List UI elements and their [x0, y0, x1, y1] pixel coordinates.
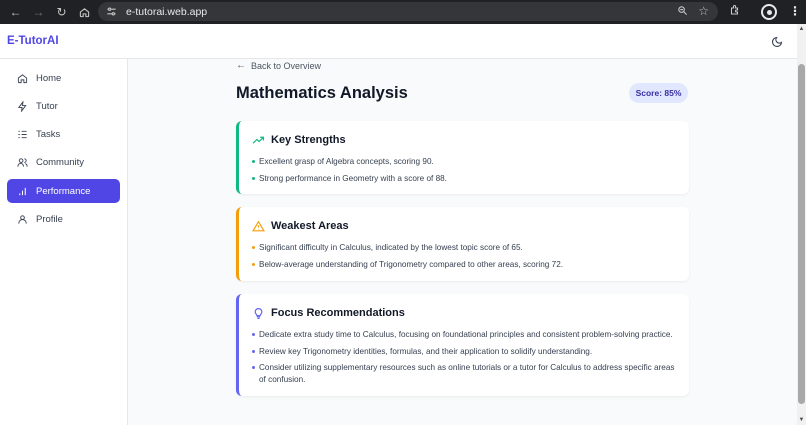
sidebar-item-tutor[interactable]: Tutor	[7, 94, 120, 118]
list-item: Consider utilizing supplementary resourc…	[251, 362, 683, 386]
key-strengths-card: Key Strengths Excellent grasp of Algebra…	[236, 121, 689, 194]
sidebar-item-community[interactable]: Community	[7, 150, 120, 174]
back-arrow-icon[interactable]: ←	[4, 2, 27, 22]
sidebar-item-tasks[interactable]: Tasks	[7, 122, 120, 146]
trending-up-icon	[251, 133, 265, 147]
extensions-icon[interactable]	[729, 4, 741, 19]
back-link-label: Back to Overview	[251, 60, 322, 71]
list-item: Strong performance in Geometry with a sc…	[251, 173, 683, 185]
sidebar-item-label: Tasks	[36, 128, 61, 140]
score-badge: Score: 85%	[629, 83, 688, 103]
page-title: Mathematics Analysis	[236, 84, 408, 102]
forward-arrow-icon[interactable]: →	[27, 2, 50, 22]
list-item: Dedicate extra study time to Calculus, f…	[251, 329, 683, 341]
sidebar-item-performance[interactable]: Performance	[7, 179, 120, 203]
app-header: E-TutorAI	[0, 24, 797, 59]
reload-icon[interactable]: ↻	[50, 2, 73, 22]
focus-recommendations-card: Focus Recommendations Dedicate extra stu…	[236, 294, 689, 396]
card-title: Key Strengths	[271, 134, 346, 146]
bookmark-star-icon[interactable]: ☆	[698, 4, 709, 18]
card-list: Dedicate extra study time to Calculus, f…	[251, 329, 683, 391]
home-browser-icon[interactable]	[73, 2, 96, 22]
browser-toolbar: ← → ↻ e-tutorai.web.app ☆ ⋮	[0, 0, 806, 24]
card-list: Significant difficulty in Calculus, indi…	[251, 242, 683, 275]
page-scrollbar[interactable]: ▲ ▼	[797, 24, 806, 425]
browser-menu-icon[interactable]: ⋮	[789, 4, 801, 18]
sidebar-item-label: Community	[36, 156, 85, 168]
zoom-icon[interactable]	[677, 5, 688, 19]
list-item: Review key Trigonometry identities, form…	[251, 346, 683, 358]
sidebar-item-profile[interactable]: Profile	[7, 207, 120, 231]
main-content: ← Back to Overview Mathematics Analysis …	[128, 59, 797, 425]
app-logo[interactable]: E-TutorAI	[7, 35, 59, 47]
site-settings-icon[interactable]	[105, 6, 117, 18]
sidebar-item-label: Tutor	[36, 100, 58, 112]
card-header: Key Strengths	[251, 133, 346, 147]
back-to-overview-link[interactable]: ← Back to Overview	[236, 60, 321, 71]
url-text: e-tutorai.web.app	[126, 5, 208, 18]
browser-nav: ← → ↻	[0, 2, 96, 22]
scroll-down-arrow-icon[interactable]: ▼	[797, 416, 806, 424]
list-item: Excellent grasp of Algebra concepts, sco…	[251, 156, 683, 168]
address-bar[interactable]: e-tutorai.web.app ☆	[98, 2, 718, 21]
theme-toggle-moon-icon[interactable]	[770, 35, 784, 49]
sidebar: Home Tutor Tasks Community Performance P…	[0, 59, 128, 425]
bar-chart-icon	[15, 184, 29, 198]
users-icon	[15, 155, 29, 169]
sidebar-item-home[interactable]: Home	[7, 66, 120, 90]
profile-avatar-icon[interactable]	[761, 4, 777, 20]
weakest-areas-card: Weakest Areas Significant difficulty in …	[236, 207, 689, 281]
warning-triangle-icon	[251, 219, 265, 233]
card-header: Weakest Areas	[251, 219, 349, 233]
list-item: Below-average understanding of Trigonome…	[251, 259, 683, 271]
list-icon	[15, 127, 29, 141]
sidebar-item-label: Performance	[36, 185, 91, 197]
scrollbar-thumb[interactable]	[798, 64, 805, 404]
sidebar-item-label: Home	[36, 72, 62, 84]
scroll-up-arrow-icon[interactable]: ▲	[797, 25, 806, 33]
list-item: Significant difficulty in Calculus, indi…	[251, 242, 683, 254]
arrow-left-icon: ←	[236, 60, 246, 71]
sidebar-item-label: Profile	[36, 213, 63, 225]
card-header: Focus Recommendations	[251, 306, 405, 320]
card-list: Excellent grasp of Algebra concepts, sco…	[251, 156, 683, 189]
home-icon	[15, 71, 29, 85]
card-title: Weakest Areas	[271, 220, 349, 232]
card-title: Focus Recommendations	[271, 307, 405, 319]
user-icon	[15, 212, 29, 226]
lightbulb-icon	[251, 306, 265, 320]
bolt-icon	[15, 99, 29, 113]
